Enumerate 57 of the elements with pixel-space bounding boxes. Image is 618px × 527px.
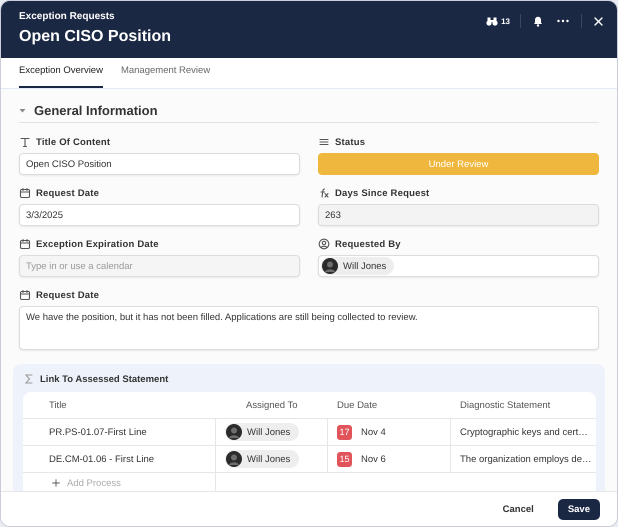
watchers-button[interactable]: 13 <box>486 16 510 26</box>
sum-icon <box>23 373 35 385</box>
window-title: Open CISO Position <box>19 28 172 46</box>
more-button[interactable] <box>555 17 571 25</box>
input-field[interactable]: Type in or use a calendar <box>19 255 300 277</box>
bell-icon <box>533 16 543 26</box>
list-icon <box>318 136 330 148</box>
text-area[interactable]: We have the position, but it has not been filled. Applications are still being collected to review. <box>19 306 599 350</box>
due-day-badge: 17 <box>337 424 352 440</box>
section-title: Link To Assessed Statement <box>40 374 168 384</box>
field-label: Days Since Request <box>335 188 430 198</box>
table-cell: PR.PS-01.07-First Line <box>23 419 216 446</box>
caret-icon <box>19 108 26 113</box>
avatar-icon <box>322 258 338 274</box>
table-cell: DE.CM-01.06 - First Line <box>23 446 216 473</box>
calendar-icon <box>19 187 31 199</box>
table-cell: The organization employs de… <box>451 446 596 473</box>
person-field[interactable]: Will Jones <box>318 255 599 277</box>
field-label: Exception Expiration Date <box>36 238 159 250</box>
due-day-badge: 15 <box>337 452 352 466</box>
field-label: Request Date <box>36 188 100 198</box>
due-date: Nov 4 <box>361 426 386 438</box>
field-label: Title Of Content <box>36 136 110 148</box>
column-header: Diagnostic Statement <box>451 392 596 419</box>
section-title: General Information <box>34 103 158 118</box>
collapse-toggle[interactable] <box>19 108 26 113</box>
tab[interactable]: Exception Overview <box>19 58 103 88</box>
calendar-icon <box>19 238 31 250</box>
due-date: Nov 6 <box>361 454 386 464</box>
field-label: Status <box>335 136 366 148</box>
input-field[interactable]: 3/3/2025 <box>19 204 300 226</box>
plus-icon <box>51 478 61 488</box>
save-button[interactable]: Save <box>558 498 600 520</box>
avatar-icon <box>226 424 242 440</box>
column-header: Due Date <box>328 392 451 419</box>
user-icon <box>318 238 330 250</box>
window-subtitle: Exception Requests <box>19 11 116 22</box>
tab[interactable]: Management Review <box>120 58 210 88</box>
column-header: Title <box>23 392 216 419</box>
person-chip[interactable]: Will Jones <box>321 257 394 275</box>
cancel-button[interactable]: Cancel <box>492 498 544 520</box>
close-button[interactable] <box>592 14 605 28</box>
field-label: Request Date <box>36 290 100 300</box>
avatar-icon <box>226 451 242 467</box>
formula-icon <box>318 187 330 199</box>
field-label: Requested By <box>335 238 401 250</box>
calendar-icon <box>19 289 31 301</box>
input-field[interactable]: 263 <box>318 204 599 226</box>
close-icon <box>594 16 603 26</box>
person-chip[interactable]: Will Jones <box>225 450 300 468</box>
input-field[interactable]: Open CISO Position <box>19 153 300 175</box>
column-header: Assigned To <box>216 392 328 419</box>
binoculars-icon <box>486 16 498 26</box>
person-chip[interactable]: Will Jones <box>225 423 300 441</box>
more-icon <box>557 19 569 23</box>
text-icon <box>19 136 31 148</box>
table-cell: Cryptographic keys and cert… <box>451 419 596 446</box>
